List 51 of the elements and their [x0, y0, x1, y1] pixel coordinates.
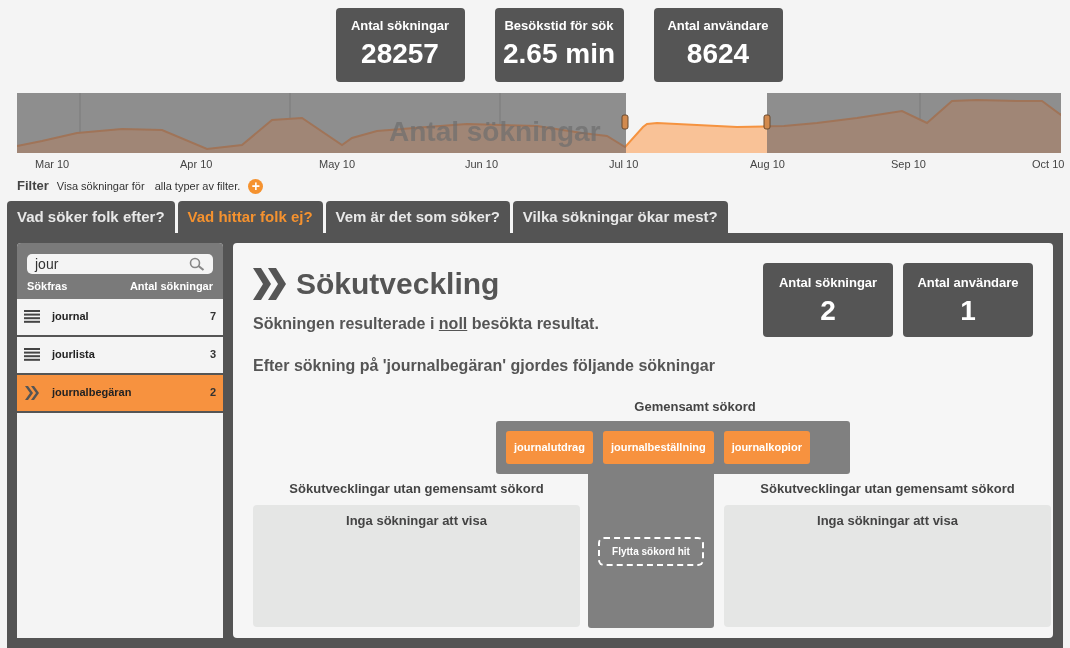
chevrons-icon [24, 385, 40, 400]
stat-value: 28257 [361, 36, 439, 71]
follow-up-text: Efter sökning på 'journalbegäran' gjordes följande sökningar [253, 356, 715, 376]
count-text: 7 [209, 309, 216, 325]
stat-label: Antal användare [917, 274, 1019, 292]
column-header: Sökfras [27, 279, 68, 294]
range-handle[interactable] [763, 114, 771, 130]
list-icon [24, 348, 40, 361]
axis-label: Jun 10 [465, 157, 499, 172]
list-item[interactable]: journalbegäran 2 [17, 374, 223, 413]
axis-label: Apr 10 [180, 157, 213, 172]
stat-value: 8624 [686, 36, 750, 71]
chevrons-icon [253, 267, 286, 300]
axis-label: Jul 10 [609, 157, 639, 172]
summary-text: Sökningen resulterade i noll besökta resultat. [253, 314, 600, 334]
tab[interactable]: Vem är det som söker? [325, 201, 510, 233]
empty-text: Inga sökningar att visa [346, 512, 487, 527]
axis-label: Oct 10 [1032, 157, 1065, 172]
stat-label: Antal användare [667, 17, 769, 35]
axis-label: May 10 [319, 157, 356, 172]
axis-label: Mar 10 [35, 157, 70, 172]
range-handle[interactable] [621, 114, 629, 130]
tab[interactable]: Vilka sökningar ökar mest? [512, 201, 728, 233]
section-heading: Sökutvecklingar utan gemensamt sökord [288, 480, 545, 498]
search-icon [189, 257, 205, 271]
phrase-text: journal [52, 309, 90, 325]
stat-label: Besökstid för sök [504, 17, 614, 35]
drop-hint: Flytta sökord hit [598, 537, 704, 566]
phrase-text: jourlista [52, 347, 96, 363]
filter-text: Visa sökningar för [56, 178, 145, 194]
stat-value: 2.65 min [502, 36, 616, 71]
filter-label: Filter [17, 177, 49, 196]
axis-label: Aug 10 [750, 157, 785, 172]
tab[interactable]: Vad söker folk efter? [7, 201, 175, 233]
stat-label: Antal sökningar [778, 274, 878, 292]
tab[interactable]: Vad hittar folk ej? [177, 201, 323, 233]
filter-value: alla typer av filter. [154, 178, 241, 194]
stat-label: Antal sökningar [350, 17, 450, 35]
count-text: 3 [209, 347, 216, 363]
axis-label: Sep 10 [891, 157, 926, 172]
search-field[interactable]: jour [27, 254, 213, 274]
empty-text: Inga sökningar att visa [817, 512, 958, 527]
list-icon [24, 310, 40, 323]
count-text: 2 [209, 385, 216, 401]
stat-value: 1 [960, 293, 976, 328]
phrase-text: journalbegäran [52, 385, 133, 401]
stat-value: 2 [820, 293, 836, 328]
section-title: Sökutveckling [296, 266, 500, 302]
column-header: Antal sökningar [129, 279, 213, 294]
section-heading: Gemensamt sökord [633, 398, 757, 416]
section-heading: Sökutvecklingar utan gemensamt sökord [759, 480, 1016, 498]
